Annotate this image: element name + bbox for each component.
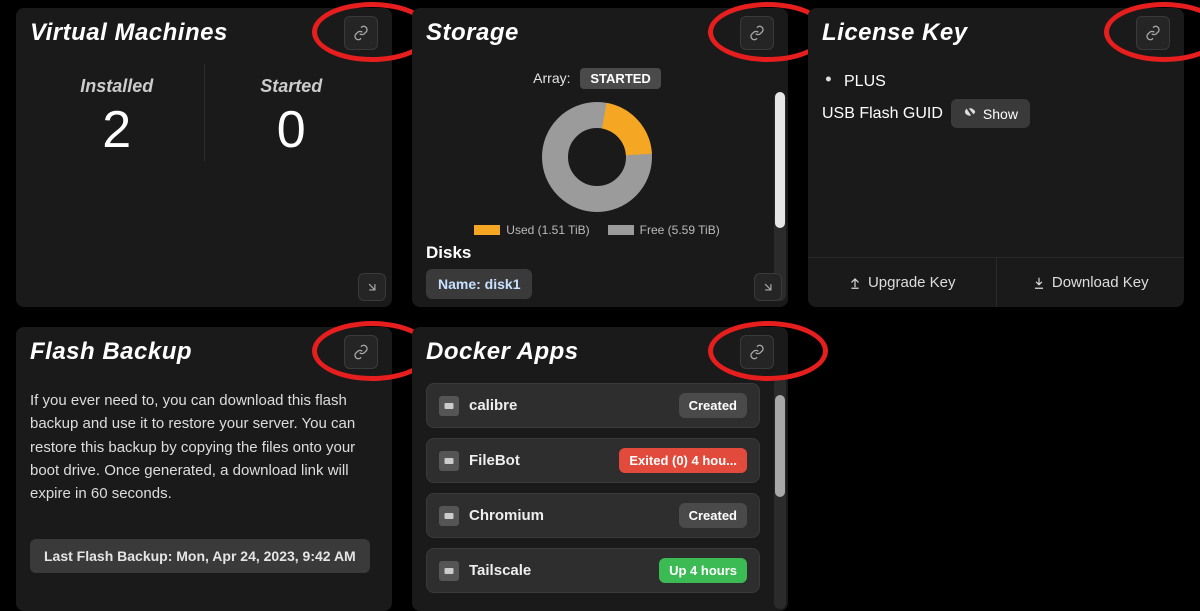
vm-started-label: Started [205, 76, 379, 97]
flash-title: Flash Backup [30, 338, 192, 366]
link-icon [749, 25, 765, 41]
vm-installed-count: 2 [30, 99, 204, 161]
app-name: calibre [469, 397, 517, 414]
legend-swatch-used [474, 225, 500, 235]
storage-expand-button[interactable] [754, 273, 782, 301]
disks-heading: Disks [426, 243, 768, 263]
show-guid-button[interactable]: Show [951, 99, 1030, 128]
app-status-badge: Up 4 hours [659, 558, 747, 583]
upgrade-icon [848, 276, 862, 290]
license-title: License Key [822, 19, 968, 47]
array-status-row: Array: STARTED [426, 68, 768, 89]
docker-title: Docker Apps [426, 338, 579, 366]
flash-link-button[interactable] [344, 335, 378, 369]
array-label: Array: [533, 70, 570, 86]
vm-title: Virtual Machines [30, 19, 228, 47]
docker-card: Docker Apps calibre Created FileBot Exited … [412, 327, 788, 611]
download-icon [1032, 276, 1046, 290]
flash-description: If you ever need to, you can download th… [30, 389, 378, 505]
app-status-badge: Created [679, 393, 747, 418]
storage-scrollbar[interactable] [774, 92, 786, 301]
license-tier: PLUS [844, 73, 886, 91]
link-icon [353, 344, 369, 360]
key-icon [822, 72, 836, 91]
docker-link-button[interactable] [740, 335, 774, 369]
docker-app-row[interactable]: FileBot Exited (0) 4 hou... [426, 438, 760, 483]
container-icon [439, 396, 459, 416]
vm-started-col: Started 0 [204, 64, 379, 161]
vm-link-button[interactable] [344, 16, 378, 50]
container-icon [439, 506, 459, 526]
expand-icon [761, 280, 775, 294]
docker-app-row[interactable]: Chromium Created [426, 493, 760, 538]
docker-app-row[interactable]: Tailscale Up 4 hours [426, 548, 760, 593]
container-icon [439, 451, 459, 471]
expand-icon [365, 280, 379, 294]
legend-used: Used (1.51 TiB) [506, 223, 589, 237]
storage-card: Storage Array: STARTED Used (1.51 TiB) F… [412, 8, 788, 307]
vm-installed-col: Installed 2 [30, 64, 204, 161]
vm-started-count: 0 [205, 99, 379, 161]
app-status-badge: Exited (0) 4 hou... [619, 448, 747, 473]
license-card: License Key PLUS USB Flash GUID Show Upg… [808, 8, 1184, 307]
disk-item[interactable]: Name: disk1 [426, 269, 532, 299]
upgrade-key-button[interactable]: Upgrade Key [808, 258, 996, 307]
link-icon [1145, 25, 1161, 41]
link-icon [353, 25, 369, 41]
link-icon [749, 344, 765, 360]
app-name: Chromium [469, 507, 544, 524]
last-backup-badge: Last Flash Backup: Mon, Apr 24, 2023, 9:… [30, 539, 370, 573]
storage-link-button[interactable] [740, 16, 774, 50]
storage-legend: Used (1.51 TiB) Free (5.59 TiB) [426, 223, 768, 237]
docker-scrollbar[interactable] [774, 377, 786, 609]
vm-card: Virtual Machines Installed 2 Started 0 [16, 8, 392, 307]
flash-backup-card: Flash Backup If you ever need to, you ca… [16, 327, 392, 611]
vm-installed-label: Installed [30, 76, 204, 97]
app-status-badge: Created [679, 503, 747, 528]
docker-app-row[interactable]: calibre Created [426, 383, 760, 428]
legend-free: Free (5.59 TiB) [640, 223, 720, 237]
legend-swatch-free [608, 225, 634, 235]
eye-off-icon [963, 105, 977, 122]
license-link-button[interactable] [1136, 16, 1170, 50]
app-name: FileBot [469, 452, 520, 469]
storage-donut-chart [426, 97, 768, 217]
storage-title: Storage [426, 19, 519, 47]
array-status-badge: STARTED [580, 68, 660, 89]
download-key-button[interactable]: Download Key [996, 258, 1185, 307]
app-name: Tailscale [469, 562, 531, 579]
container-icon [439, 561, 459, 581]
vm-expand-button[interactable] [358, 273, 386, 301]
guid-label: USB Flash GUID [822, 105, 943, 123]
